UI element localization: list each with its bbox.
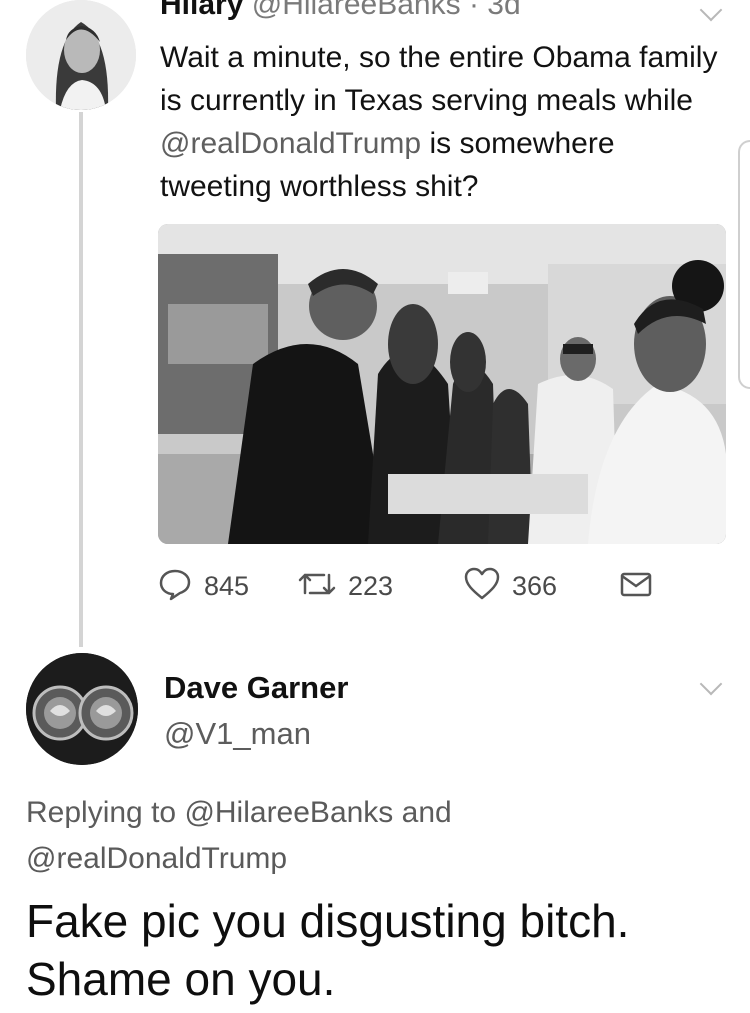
- avatar-photo: [26, 0, 136, 110]
- replying-to-user1[interactable]: @HilareeBanks: [184, 796, 393, 829]
- retweet-action[interactable]: 223: [298, 566, 393, 606]
- chevron-down-icon[interactable]: [699, 0, 723, 22]
- tweet-photo[interactable]: [158, 224, 726, 544]
- reply-text: Fake pic you disgusting bitch. Shame on …: [26, 895, 630, 1005]
- mention-link[interactable]: @realDonaldTrump: [160, 127, 421, 160]
- tweet-time[interactable]: 3d: [487, 0, 520, 21]
- replying-to-and: and: [393, 796, 452, 829]
- retweet-count: 223: [348, 570, 394, 601]
- like-count: 366: [512, 570, 558, 601]
- reply-author-name[interactable]: Dave Garner: [164, 670, 348, 706]
- avatar-hilary[interactable]: [26, 0, 136, 110]
- tweet-text-part1: Wait a minute, so the entire Obama famil…: [160, 41, 718, 117]
- time-separator: ·: [460, 0, 488, 21]
- envelope-icon[interactable]: [620, 570, 652, 603]
- photo-image: [158, 224, 726, 544]
- reply-action[interactable]: 845: [158, 566, 249, 606]
- avatar-seal-image: [26, 653, 138, 765]
- scroll-edge-indicator: [738, 140, 750, 389]
- chevron-down-icon[interactable]: [699, 672, 723, 696]
- thread-connector-line: [79, 112, 83, 647]
- dm-action[interactable]: [620, 566, 652, 606]
- tweet-header[interactable]: Hilary @HilareeBanks · 3d: [160, 0, 521, 22]
- reply-count: 845: [204, 570, 250, 601]
- replying-to-prefix: Replying to: [26, 796, 185, 829]
- heart-icon[interactable]: [464, 567, 500, 606]
- replying-to-line: Replying to @HilareeBanks and @realDonald…: [26, 790, 726, 882]
- tweet-actions: 845 223 366: [158, 566, 658, 606]
- avatar-dave-garner[interactable]: [26, 653, 138, 765]
- reply-icon[interactable]: [158, 567, 192, 606]
- like-action[interactable]: 366: [464, 566, 557, 606]
- author-handle[interactable]: @HilareeBanks: [252, 0, 461, 21]
- author-display-name[interactable]: Hilary: [160, 0, 243, 21]
- reply-author-handle[interactable]: @V1_man: [164, 716, 311, 752]
- retweet-icon[interactable]: [298, 567, 336, 606]
- tweet-text: Wait a minute, so the entire Obama famil…: [160, 36, 720, 208]
- replying-to-user2[interactable]: @realDonaldTrump: [26, 842, 287, 875]
